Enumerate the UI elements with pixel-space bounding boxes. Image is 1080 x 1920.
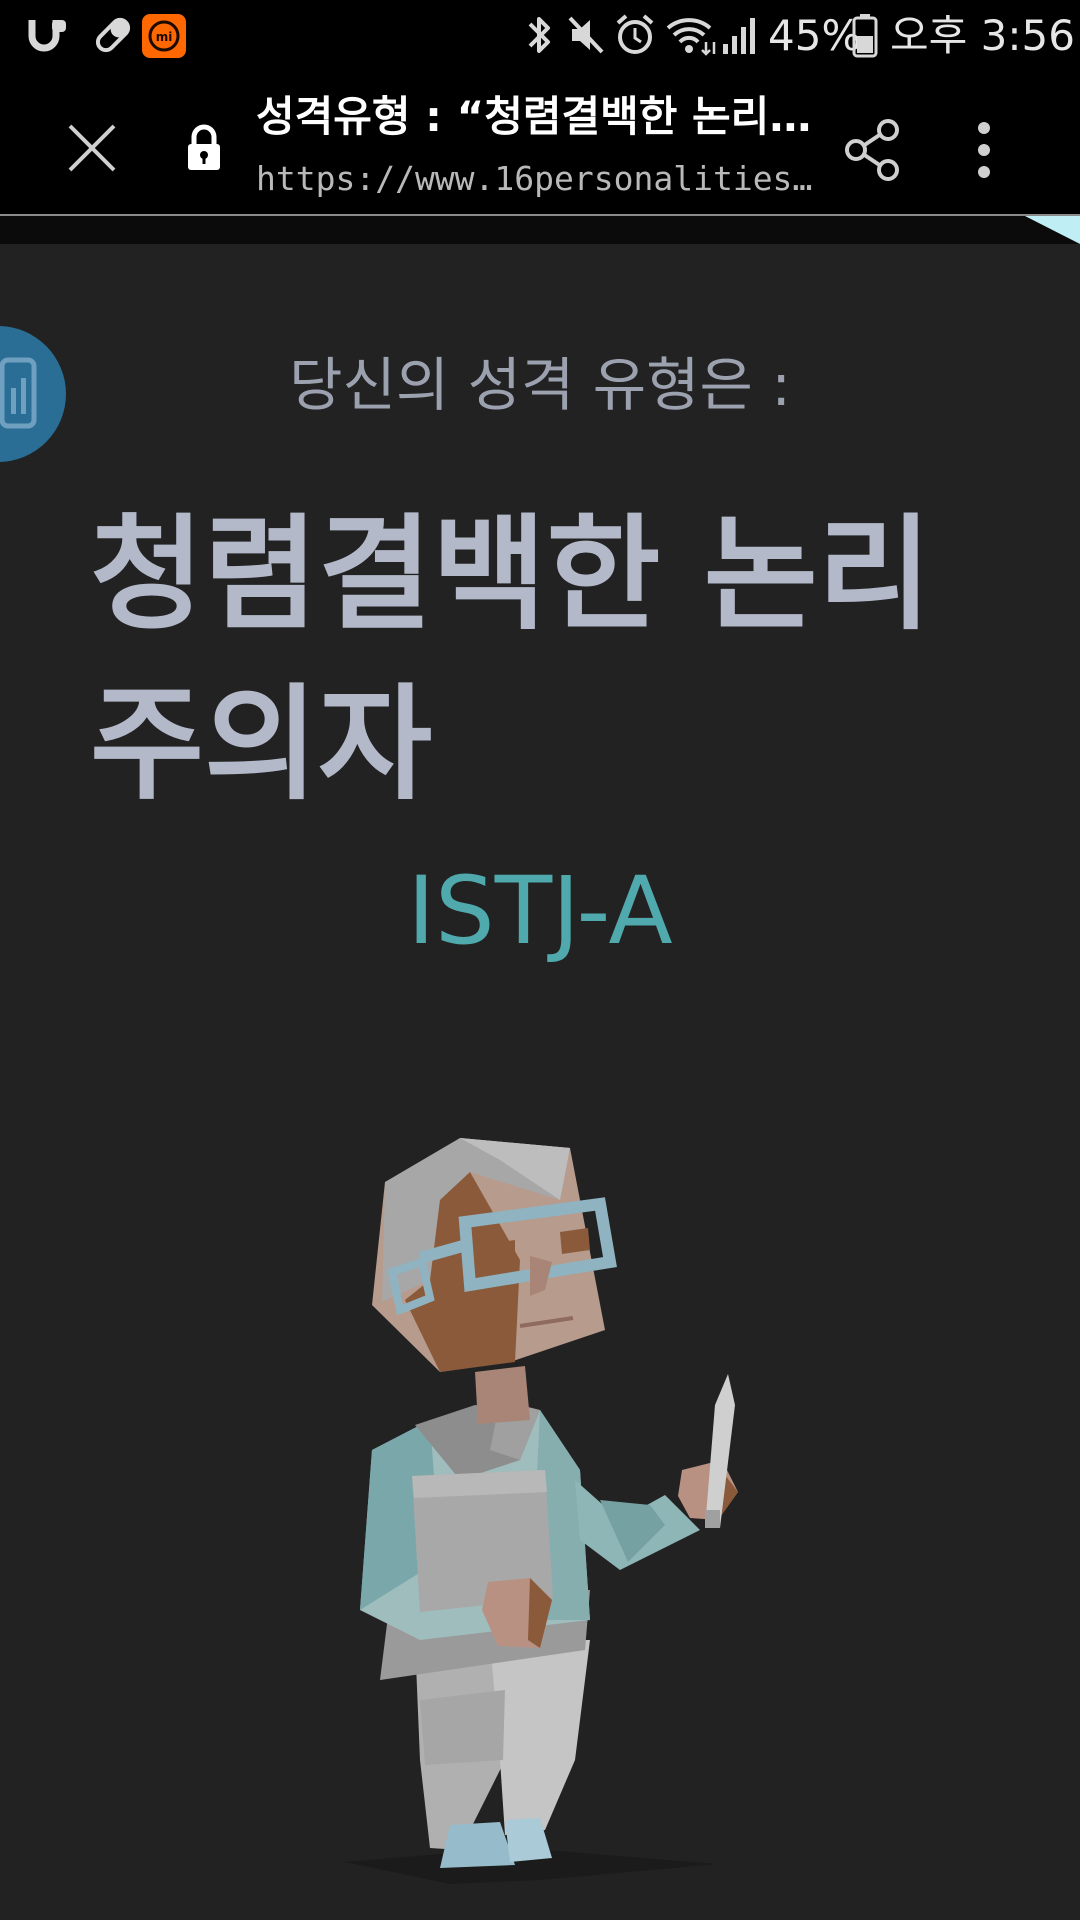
right-eye xyxy=(560,1228,590,1254)
clock: 오후 3:56 xyxy=(890,11,1075,60)
toolbar-shadow xyxy=(0,216,1080,244)
more-menu-button[interactable] xyxy=(956,114,1012,186)
mute-icon xyxy=(568,16,604,54)
close-icon xyxy=(68,124,116,172)
intro-text: 당신의 성격 유형은 : xyxy=(289,351,791,419)
more-vert-icon xyxy=(978,122,990,178)
left-eye xyxy=(488,1240,515,1266)
u-plus-icon xyxy=(28,20,66,52)
screen: mi 45% 오후 3:56 성격유형: “청렴결백한 논리주 https:/… xyxy=(0,0,1080,1920)
neck xyxy=(475,1366,530,1424)
battery-icon xyxy=(852,14,878,58)
type-name-line-1: 청렴결백한 논리 xyxy=(90,503,932,647)
istj-character-illustration xyxy=(345,1138,738,1884)
status-bar: mi 45% 오후 3:56 xyxy=(0,0,1080,72)
share-icon xyxy=(845,119,899,181)
alarm-icon xyxy=(616,14,654,54)
pen-tip xyxy=(705,1510,720,1528)
type-name-line-2: 주의자 xyxy=(90,673,433,817)
personality-type-name: 청렴결백한 논리 주의자 xyxy=(90,490,990,830)
share-button[interactable] xyxy=(838,114,910,186)
leg-shade xyxy=(420,1690,505,1765)
corner-accent xyxy=(1025,216,1080,244)
personality-type-code: ISTJ-A xyxy=(407,857,673,966)
wifi-icon xyxy=(666,18,716,56)
pen xyxy=(705,1374,735,1528)
battery-percent: 45% xyxy=(768,11,862,60)
page-url[interactable]: https://www.16personalities.com/ko xyxy=(256,152,822,206)
signal-icon xyxy=(723,18,755,54)
right-leg xyxy=(490,1640,590,1835)
left-shoe xyxy=(440,1822,515,1868)
page-title[interactable]: 성격유형 : “청렴결백한 논리주의자 (ISTJ-A)” xyxy=(256,88,816,146)
pill-icon xyxy=(95,17,131,53)
bluetooth-icon xyxy=(528,17,550,53)
lock-icon xyxy=(188,124,220,170)
close-button[interactable] xyxy=(56,112,128,184)
mi-icon: mi xyxy=(142,14,186,58)
svg-text:mi: mi xyxy=(156,30,173,44)
